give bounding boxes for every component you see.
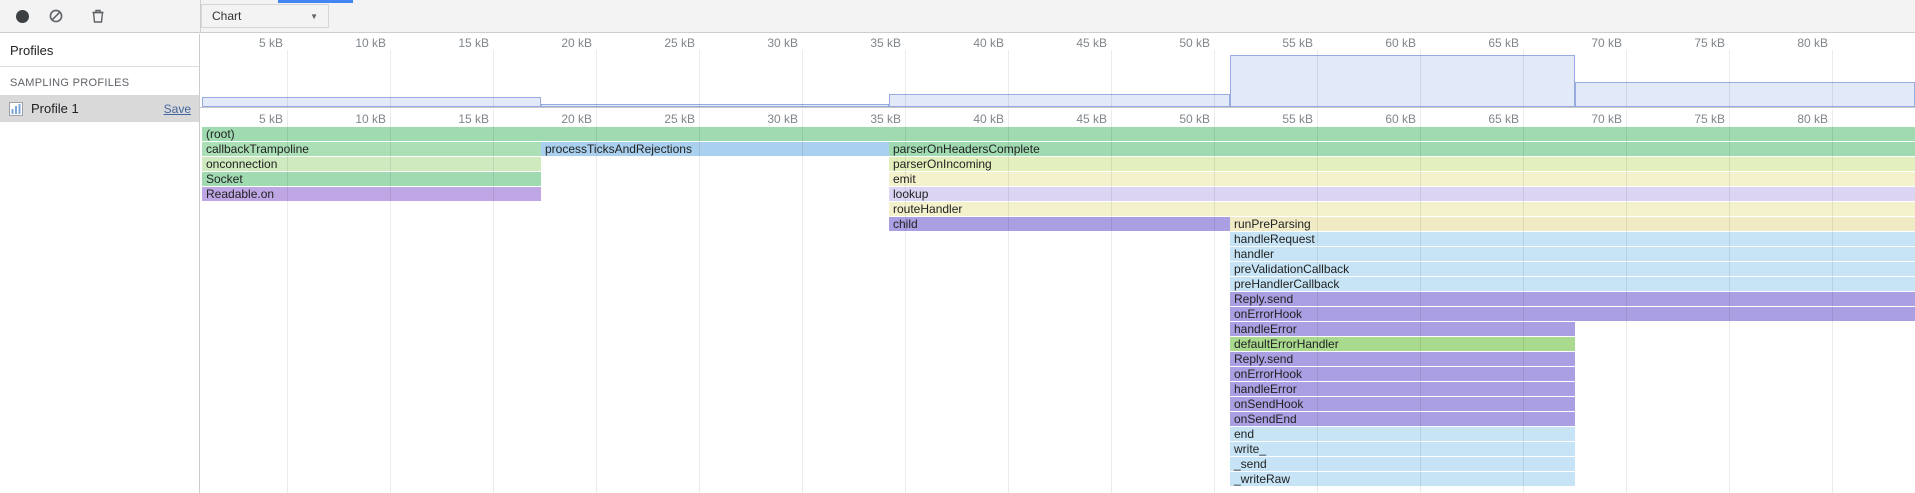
memory-overview[interactable]: 5 kB 10 kB 15 kB 20 kB 25 kB 30 kB 35 kB 40 kB 4… (200, 34, 1915, 108)
ruler-tick-label: 30 kB (728, 112, 798, 126)
ruler-tick-label: 50 kB (1140, 112, 1210, 126)
ruler-tick-label: 60 kB (1346, 112, 1416, 126)
flame-bar[interactable]: onconnection (202, 157, 541, 171)
delete-profile-button[interactable] (88, 6, 108, 26)
ruler-tick-label: 45 kB (1037, 36, 1107, 50)
flame-bar[interactable]: Socket (202, 172, 541, 186)
ruler-tick-label: 40 kB (934, 112, 1004, 126)
flame-bar[interactable]: Readable.on (202, 187, 541, 201)
view-mode-value: Chart (212, 9, 241, 23)
ruler-tick-label: 80 kB (1758, 36, 1828, 50)
flame-bar[interactable]: Reply.send (1230, 292, 1915, 306)
ruler-tick-label: 10 kB (316, 112, 386, 126)
ruler-tick-label: 65 kB (1449, 112, 1519, 126)
flame-bar[interactable]: onSendEnd (1230, 412, 1575, 426)
ruler-tick-label: 65 kB (1449, 36, 1519, 50)
ruler-tick-label: 70 kB (1552, 112, 1622, 126)
flame-bar[interactable]: end (1230, 427, 1575, 441)
panel-body: Profiles SAMPLING PROFILES Profile 1 Sav… (0, 34, 1915, 493)
flame-bar[interactable]: callbackTrampoline (202, 142, 541, 156)
profile-list-item[interactable]: Profile 1 Save (0, 95, 199, 122)
flame-bar[interactable]: _writeRaw (1230, 472, 1575, 486)
flame-bar[interactable]: write_ (1230, 442, 1575, 456)
ruler-tick-label: 40 kB (934, 36, 1004, 50)
toolbar-buttons (0, 0, 200, 32)
ruler-tick-label: 45 kB (1037, 112, 1107, 126)
memory-timeline-segment[interactable] (541, 104, 889, 107)
ruler-tick-label: 80 kB (1758, 112, 1828, 126)
sidebar-title: Profiles (0, 34, 199, 67)
flame-bar[interactable]: routeHandler (889, 202, 1915, 216)
profiler-toolbar: Chart ▼ (0, 0, 1915, 33)
flamechart[interactable]: 5 kB 10 kB 15 kB 20 kB 25 kB 30 kB 35 kB 40 kB 4… (200, 109, 1915, 493)
flame-bar[interactable]: onErrorHook (1230, 367, 1575, 381)
flame-bar[interactable]: handleError (1230, 322, 1575, 336)
chart-toolbar-section: Chart ▼ (200, 0, 1915, 32)
memory-timeline[interactable] (200, 50, 1915, 107)
flame-ruler: 5 kB 10 kB 15 kB 20 kB 25 kB 30 kB 35 kB 40 kB 4… (200, 109, 1915, 127)
memory-timeline-segment[interactable] (1230, 55, 1575, 107)
ruler-tick-label: 30 kB (728, 36, 798, 50)
ruler-tick-label: 70 kB (1552, 36, 1622, 50)
chevron-down-icon: ▼ (310, 12, 318, 21)
ruler-tick-label: 10 kB (316, 36, 386, 50)
devtools-heap-profiler-panel: Chart ▼ Profiles SAMPLING PROFILES Profi… (0, 0, 1915, 493)
memory-timeline-segment[interactable] (889, 94, 1230, 107)
view-mode-select[interactable]: Chart ▼ (201, 4, 329, 28)
flame-bar[interactable]: preHandlerCallback (1230, 277, 1915, 291)
flamechart-pane: 5 kB 10 kB 15 kB 20 kB 25 kB 30 kB 35 kB 40 kB 4… (200, 34, 1915, 493)
flame-bar[interactable]: parserOnIncoming (889, 157, 1915, 171)
record-heap-profile-button[interactable] (12, 6, 32, 26)
profiles-sidebar: Profiles SAMPLING PROFILES Profile 1 Sav… (0, 34, 200, 493)
overview-ruler: 5 kB 10 kB 15 kB 20 kB 25 kB 30 kB 35 kB 40 kB 4… (200, 36, 1915, 50)
ruler-tick-label: 60 kB (1346, 36, 1416, 50)
memory-timeline-segment[interactable] (202, 97, 541, 107)
ruler-tick-label: 50 kB (1140, 36, 1210, 50)
flame-rows: (root)callbackTrampolineprocessTicksAndR… (200, 127, 1915, 493)
ruler-tick-label: 15 kB (419, 36, 489, 50)
flame-bar[interactable]: lookup (889, 187, 1915, 201)
flame-bar[interactable]: emit (889, 172, 1915, 186)
flame-bar[interactable]: handleError (1230, 382, 1575, 396)
ruler-tick-label: 15 kB (419, 112, 489, 126)
flame-bar[interactable]: defaultErrorHandler (1230, 337, 1575, 351)
flame-bar[interactable]: Reply.send (1230, 352, 1575, 366)
flame-bar[interactable]: child (889, 217, 1230, 231)
flame-bar[interactable]: parserOnHeadersComplete (889, 142, 1915, 156)
record-icon (16, 10, 29, 23)
flame-bar[interactable]: handler (1230, 247, 1915, 261)
ruler-tick-label: 55 kB (1243, 112, 1313, 126)
clear-icon (48, 8, 64, 24)
flame-bar[interactable]: handleRequest (1230, 232, 1915, 246)
save-profile-link[interactable]: Save (164, 102, 191, 116)
ruler-tick-label: 55 kB (1243, 36, 1313, 50)
flame-bar[interactable]: onErrorHook (1230, 307, 1915, 321)
flame-bar[interactable]: (root) (202, 127, 1915, 141)
ruler-tick-label: 25 kB (625, 36, 695, 50)
ruler-tick-label: 20 kB (522, 112, 592, 126)
profile-name: Profile 1 (31, 101, 157, 116)
ruler-tick-label: 35 kB (831, 36, 901, 50)
flame-bar[interactable]: onSendHook (1230, 397, 1575, 411)
ruler-tick-label: 75 kB (1655, 36, 1725, 50)
profile-icon (8, 101, 24, 117)
ruler-tick-label: 75 kB (1655, 112, 1725, 126)
ruler-tick-label: 35 kB (831, 112, 901, 126)
ruler-tick-label: 20 kB (522, 36, 592, 50)
flame-bar[interactable]: processTicksAndRejections (541, 142, 889, 156)
memory-timeline-segment[interactable] (1575, 82, 1915, 107)
flame-bar[interactable]: runPreParsing (1230, 217, 1915, 231)
ruler-tick-label: 5 kB (213, 112, 283, 126)
clear-profiles-button[interactable] (46, 6, 66, 26)
ruler-tick-label: 5 kB (213, 36, 283, 50)
ruler-tick-label: 25 kB (625, 112, 695, 126)
selected-tab-accent (278, 0, 353, 3)
flame-bar[interactable]: _send (1230, 457, 1575, 471)
sampling-profiles-section-label: SAMPLING PROFILES (0, 67, 199, 95)
flame-bar[interactable]: preValidationCallback (1230, 262, 1915, 276)
trash-icon (90, 8, 106, 24)
